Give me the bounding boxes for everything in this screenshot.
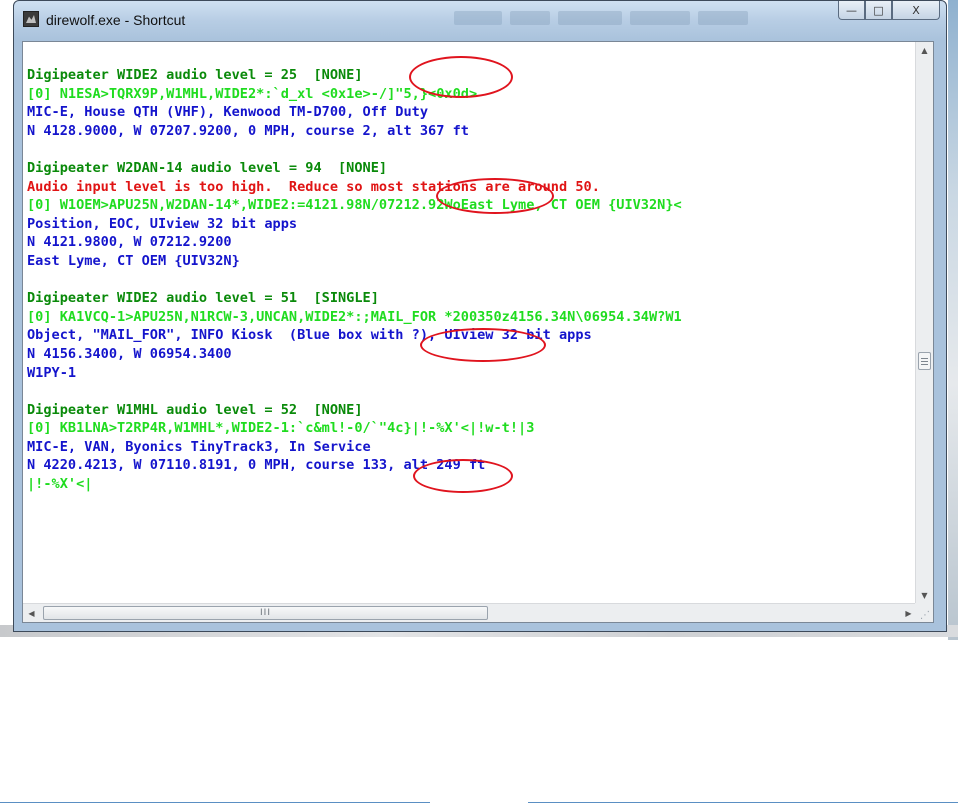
console-area[interactable]: Digipeater WIDE2 audio level = 25 [NONE]… bbox=[22, 41, 934, 623]
title-bar[interactable]: direwolf.exe - Shortcut — □ X bbox=[14, 1, 946, 41]
vertical-scroll-thumb[interactable] bbox=[918, 352, 931, 370]
background-ribbon-ghost bbox=[454, 11, 784, 31]
console-line: Digipeater WIDE2 audio level = 25 [NONE] bbox=[27, 67, 363, 83]
console-line: N 4156.3400, W 06954.3400 bbox=[27, 345, 232, 362]
vertical-scrollbar[interactable]: ▲ ▼ bbox=[915, 42, 933, 604]
console-line: |!-%X'<| bbox=[27, 476, 93, 493]
console-line: Object, "MAIL_FOR", INFO Kiosk (Blue box… bbox=[27, 327, 592, 344]
horizontal-scroll-thumb[interactable]: III bbox=[43, 606, 488, 620]
console-line: Digipeater WIDE2 audio level = 51 [SINGL… bbox=[27, 290, 379, 307]
horizontal-scrollbar[interactable]: ◀ III ▶ bbox=[23, 603, 917, 622]
console-window: direwolf.exe - Shortcut — □ X Digipeater… bbox=[13, 0, 947, 632]
scroll-up-icon[interactable]: ▲ bbox=[916, 42, 933, 59]
bottom-divider bbox=[0, 802, 430, 803]
wolf-app-icon[interactable] bbox=[23, 11, 39, 27]
background-window-edge bbox=[948, 0, 958, 640]
console-line: N 4220.4213, W 07110.8191, 0 MPH, course… bbox=[27, 457, 486, 474]
console-line: Digipeater W2DAN-14 audio level = 94 [NO… bbox=[27, 159, 388, 176]
console-line: [0] N1ESA>TQRX9P,W1MHL,WIDE2*:`d_xl <0x1… bbox=[27, 85, 478, 102]
maximize-button[interactable]: □ bbox=[865, 1, 892, 20]
console-line: W1PY-1 bbox=[27, 364, 77, 381]
caption-buttons: — □ X bbox=[838, 1, 940, 20]
bottom-divider bbox=[528, 802, 958, 803]
close-button[interactable]: X bbox=[892, 1, 940, 20]
grip-icon bbox=[921, 360, 928, 362]
scroll-left-icon[interactable]: ◀ bbox=[23, 604, 40, 622]
console-line: N 4128.9000, W 07207.9200, 0 MPH, course… bbox=[27, 122, 469, 139]
console-line: MIC-E, VAN, Byonics TinyTrack3, In Servi… bbox=[27, 438, 371, 455]
console-line: [0] KA1VCQ-1>APU25N,N1RCW-3,UNCAN,WIDE2*… bbox=[27, 308, 682, 325]
console-line: Audio input level is too high. Reduce so… bbox=[27, 178, 600, 195]
console-line: N 4121.9800, W 07212.9200 bbox=[27, 234, 232, 251]
console-line: Digipeater W1MHL audio level = 52 [NONE] bbox=[27, 401, 363, 418]
console-line: Position, EOC, UIview 32 bit apps bbox=[27, 215, 298, 232]
window-title: direwolf.exe - Shortcut bbox=[46, 12, 186, 28]
console-line: East Lyme, CT OEM {UIV32N} bbox=[27, 252, 240, 269]
close-icon: X bbox=[912, 3, 920, 17]
console-line: MIC-E, House QTH (VHF), Kenwood TM-D700,… bbox=[27, 104, 429, 121]
console-output: Digipeater WIDE2 audio level = 25 [NONE]… bbox=[27, 66, 917, 596]
console-line: [0] KB1LNA>T2RP4R,W1MHL*,WIDE2-1:`c&ml!-… bbox=[27, 420, 535, 437]
maximize-icon: □ bbox=[873, 3, 884, 17]
resize-grip-icon[interactable] bbox=[915, 603, 933, 622]
minimize-icon: — bbox=[846, 3, 857, 17]
scroll-down-icon[interactable]: ▼ bbox=[916, 587, 933, 604]
minimize-button[interactable]: — bbox=[838, 1, 865, 20]
console-line: [0] W1OEM>APU25N,W2DAN-14*,WIDE2:=4121.9… bbox=[27, 197, 682, 214]
